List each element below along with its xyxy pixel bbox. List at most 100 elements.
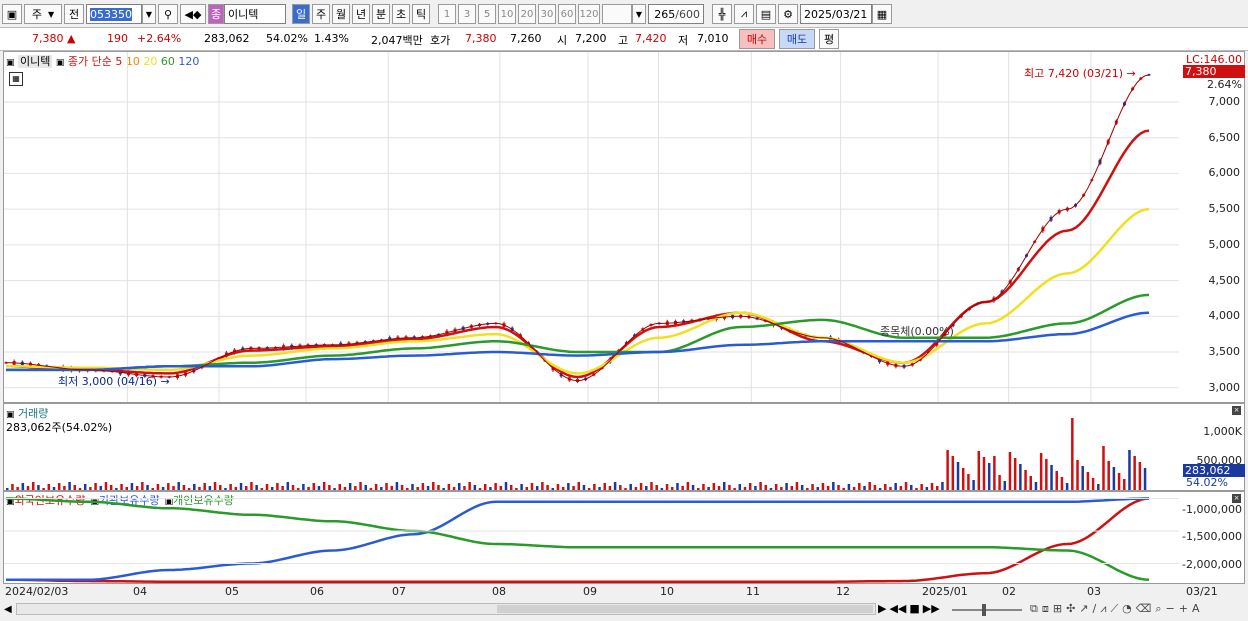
volume-bar xyxy=(172,486,175,490)
line-tool-icon[interactable]: ∕ xyxy=(1093,602,1097,616)
tab-interval-30[interactable]: 30 xyxy=(538,4,556,24)
volume-bar xyxy=(884,484,887,490)
magnet-icon[interactable]: ◔ xyxy=(1122,602,1132,616)
volume-bar xyxy=(89,487,92,490)
volume-bar xyxy=(26,486,30,490)
volume-bar xyxy=(234,487,238,490)
zoom-icon[interactable]: ⌕ xyxy=(1155,602,1161,616)
volume-bar xyxy=(972,480,975,490)
tab-period-6[interactable]: 틱 xyxy=(412,4,430,24)
code-field[interactable]: 053350 xyxy=(86,4,142,24)
tab-period-3[interactable]: 년 xyxy=(352,4,370,24)
forward-icon[interactable]: ▶▶ xyxy=(923,602,940,615)
plus-icon[interactable]: + xyxy=(1179,602,1188,616)
volume-bar xyxy=(421,483,425,490)
minus-icon[interactable]: − xyxy=(1166,602,1175,616)
tab-interval-3[interactable]: 3 xyxy=(458,4,476,24)
volume-bar xyxy=(535,486,539,490)
prev-button[interactable]: 전 xyxy=(64,4,84,24)
price-change-pct: +2.64% xyxy=(137,32,182,45)
eval-button[interactable]: 평 xyxy=(819,29,839,49)
volume-bar xyxy=(847,484,851,490)
volume-bar xyxy=(270,487,274,490)
close-icon[interactable]: × xyxy=(1232,494,1241,503)
font-icon[interactable]: A xyxy=(1192,602,1200,616)
x-label-12: 03 xyxy=(1087,585,1101,598)
toolbar: ▣ 주 ▼ 전 053350 ▼ ⚲ ◀◆ 종 이니텍 일주월년분초틱 1 3 5 10… xyxy=(0,2,1248,26)
zoom-slider-handle[interactable] xyxy=(982,604,986,616)
calendar-icon[interactable]: ▦ xyxy=(872,4,892,24)
holding-chart[interactable] xyxy=(4,492,1179,583)
volume-bar xyxy=(572,486,575,490)
volume-bar xyxy=(1024,470,1027,490)
volume-bar xyxy=(1097,484,1100,490)
zoom-slider[interactable] xyxy=(952,604,1022,616)
horizontal-scrollbar[interactable] xyxy=(16,603,876,615)
volume-bar xyxy=(161,487,165,490)
tab-interval-5[interactable]: 5 xyxy=(478,4,496,24)
measure-icon[interactable]: ⟋ xyxy=(1110,602,1118,616)
price-tick-6: 4,000 xyxy=(1208,309,1241,323)
volume-bar xyxy=(941,482,944,490)
sell-button[interactable]: 매도 xyxy=(779,29,815,49)
window-split-icon[interactable]: ⧈ xyxy=(1042,602,1049,616)
volume-bar xyxy=(743,487,747,490)
volume-bar xyxy=(733,488,736,490)
volume-bar xyxy=(561,487,565,490)
window-copy-icon[interactable]: ⧉ xyxy=(1030,602,1038,616)
low-annotation: 최저 3,000 (04/16) → xyxy=(58,375,170,388)
volume-bar xyxy=(551,488,555,490)
crosshair-icon[interactable]: ✣ xyxy=(1066,602,1075,616)
tab-interval-1[interactable]: 1 xyxy=(438,4,456,24)
code-dropdown-icon[interactable]: ▼ xyxy=(142,4,156,24)
ma-line-120 xyxy=(6,311,1150,372)
gear-icon[interactable]: ⚙ xyxy=(778,4,798,24)
name-field[interactable]: 이니텍 xyxy=(224,4,286,24)
volume-bar xyxy=(109,485,113,490)
interval-dropdown-icon[interactable]: ▼ xyxy=(632,4,646,24)
tab-interval-60[interactable]: 60 xyxy=(558,4,576,24)
volume-bar xyxy=(333,488,336,490)
search-icon[interactable]: ⚲ xyxy=(158,4,178,24)
stop-icon[interactable]: ■ xyxy=(909,602,919,615)
save-icon[interactable]: ▤ xyxy=(756,4,776,24)
tab-period-5[interactable]: 초 xyxy=(392,4,410,24)
tab-interval-20[interactable]: 20 xyxy=(518,4,536,24)
buy-button[interactable]: 매수 xyxy=(739,29,775,49)
rewind-icon[interactable]: ◀◀ xyxy=(889,602,906,615)
price-chart[interactable] xyxy=(4,52,1179,402)
sound-icon[interactable]: ◀◆ xyxy=(180,4,206,24)
window-icon[interactable]: ▣ xyxy=(2,4,22,24)
play-icon[interactable]: ▶ xyxy=(878,602,886,615)
eraser-icon[interactable]: ⌫ xyxy=(1136,602,1152,616)
last-price-tag: 7,380 xyxy=(1183,65,1245,78)
volume-bar xyxy=(447,484,451,490)
last-pct-tag: 2.64% xyxy=(1207,78,1242,91)
candle-type-icon[interactable]: ╬ xyxy=(712,4,732,24)
close-icon[interactable]: × xyxy=(1232,406,1241,415)
trendline-icon[interactable]: ↗ xyxy=(1079,602,1088,616)
tab-period-2[interactable]: 월 xyxy=(332,4,350,24)
volume-bar xyxy=(390,486,393,490)
volume-bar xyxy=(1029,476,1033,490)
tab-interval-10[interactable]: 10 xyxy=(498,4,516,24)
window-tile-icon[interactable]: ⊞ xyxy=(1053,602,1062,616)
line-type-icon[interactable]: ⩘ xyxy=(734,4,754,24)
count-field[interactable]: 265/600 xyxy=(648,4,704,24)
volume-chart[interactable] xyxy=(4,404,1179,490)
tab-interval-120[interactable]: 120 xyxy=(578,4,600,24)
scrollbar-thumb[interactable] xyxy=(497,605,873,613)
scroll-left-icon[interactable]: ◀ xyxy=(4,604,12,615)
volume-bar xyxy=(546,485,549,490)
date-field[interactable]: 2025/03/21 xyxy=(800,4,872,24)
type-select[interactable]: 주 ▼ xyxy=(24,4,62,24)
tab-period-1[interactable]: 주 xyxy=(312,4,330,24)
volume-bar xyxy=(244,486,248,490)
tab-period-0[interactable]: 일 xyxy=(292,4,310,24)
tab-period-4[interactable]: 분 xyxy=(372,4,390,24)
volume-bar xyxy=(63,486,66,490)
interval-custom[interactable] xyxy=(602,4,632,24)
volume-pct-tag: 54.02% xyxy=(1186,476,1228,489)
volume-bar xyxy=(904,482,908,490)
zigzag-icon[interactable]: ⩘ xyxy=(1100,602,1106,616)
